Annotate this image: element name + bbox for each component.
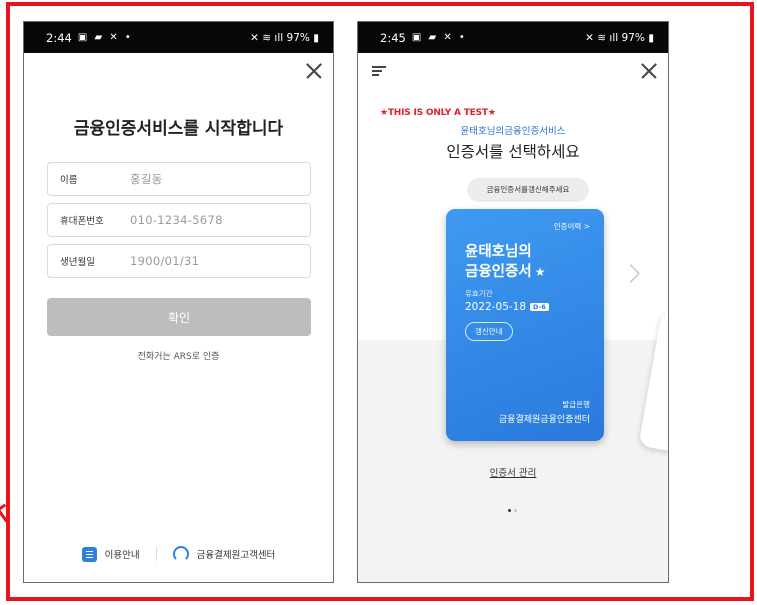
notification-icons: ▣ ▰ ✕ • — [411, 32, 467, 43]
phone-field[interactable]: 휴대폰번호 010-1234-5678 — [47, 203, 311, 237]
renew-guide-button[interactable]: 갱신안내 — [465, 322, 513, 341]
customer-center-link[interactable]: 금융결제원고객센터 — [197, 547, 276, 561]
birthdate-label: 생년월일 — [60, 257, 95, 268]
birthdate-value: 1900/01/31 — [130, 254, 200, 268]
manage-certificate-link[interactable]: 인증서 관리 — [358, 465, 668, 479]
page-title: 인증서를 선택하세요 — [446, 143, 580, 161]
status-time: 2:45 — [380, 30, 406, 45]
birthdate-field[interactable]: 생년월일 1900/01/31 — [47, 244, 311, 278]
name-field[interactable]: 이름 홍길동 — [47, 162, 311, 196]
status-time: 2:44 — [46, 30, 72, 45]
status-bar: 2:45 ▣ ▰ ✕ • ✕ ≋ ıll 97% ▮ — [358, 22, 668, 53]
close-icon[interactable] — [305, 62, 323, 80]
owner-line1: 윤태호님의 — [465, 244, 532, 260]
confirm-button[interactable]: 확인 — [47, 298, 311, 336]
status-right: ✕ ≋ ıll 97% ▮ — [585, 32, 654, 44]
issuer-name: 금융결제원금융인증센터 — [498, 415, 590, 425]
footer: 이용안내 금융결제원고객센터 — [24, 546, 333, 562]
page-title: 금융인증서비스를 시작합니다 — [73, 119, 284, 139]
phone-label: 휴대폰번호 — [60, 216, 104, 227]
service-subtitle: 윤태호님의금융인증서비스 — [460, 126, 566, 137]
guide-icon — [81, 546, 97, 562]
certificate-card[interactable]: 인증이력 > 윤태호님의 금융인증서 ★ 유효기간 2022-05-18 D-6 갱… — [446, 209, 604, 441]
battery-icon: ▮ — [313, 31, 319, 44]
owner-line2: 금융인증서 — [465, 264, 532, 280]
guide-link[interactable]: 이용안내 — [105, 547, 140, 561]
headset-icon — [172, 546, 189, 562]
page-dot — [514, 509, 517, 512]
expiry-label: 유효기간 — [465, 289, 493, 298]
status-bar: 2:44 ▣ ▰ ✕ • ✕ ≋ ıll 97% ▮ — [24, 22, 333, 53]
ars-auth-link[interactable]: 전화거는 ARS로 인증 — [24, 349, 333, 362]
battery-level: 97% — [621, 31, 645, 44]
notification-icons: ▣ ▰ ✕ • — [77, 32, 133, 43]
renew-tooltip: 금융인증서를갱신해주세요 — [468, 178, 588, 200]
dday-badge: D-6 — [530, 303, 549, 311]
battery-level: 97% — [286, 31, 310, 44]
signal-icons: ✕ ≋ ıll — [250, 31, 287, 44]
page-dot-active — [508, 509, 511, 512]
chevron-right-icon[interactable] — [621, 264, 640, 283]
battery-icon: ▮ — [648, 31, 654, 44]
star-icon[interactable]: ★ — [535, 265, 546, 279]
phone-value: 010-1234-5678 — [130, 213, 223, 227]
page-indicator — [508, 509, 517, 512]
footer-divider — [155, 547, 157, 561]
close-icon[interactable] — [640, 62, 658, 80]
menu-icon[interactable] — [372, 66, 386, 76]
owner-line2-wrap: 금융인증서 ★ — [465, 262, 545, 282]
phone-screen-login: 2:44 ▣ ▰ ✕ • ✕ ≋ ıll 97% ▮ 금융인증서비스를 시작합니… — [23, 21, 334, 583]
signal-icons: ✕ ≋ ıll — [585, 31, 622, 44]
issuer-label: 발급은행 — [562, 400, 590, 409]
expiry-row: 2022-05-18 D-6 — [465, 301, 549, 313]
history-link[interactable]: 인증이력 > — [554, 221, 590, 232]
name-value: 홍길동 — [130, 172, 163, 186]
test-label: ★THIS IS ONLY A TEST★ — [380, 108, 496, 118]
card-owner: 윤태호님의 금융인증서 ★ — [465, 242, 545, 282]
status-right: ✕ ≋ ıll 97% ▮ — [250, 32, 319, 44]
expiry-date: 2022-05-18 — [465, 301, 527, 313]
phone-screen-certificate: 2:45 ▣ ▰ ✕ • ✕ ≋ ıll 97% ▮ ★THIS IS ONLY… — [357, 21, 669, 583]
name-label: 이름 — [60, 175, 78, 186]
